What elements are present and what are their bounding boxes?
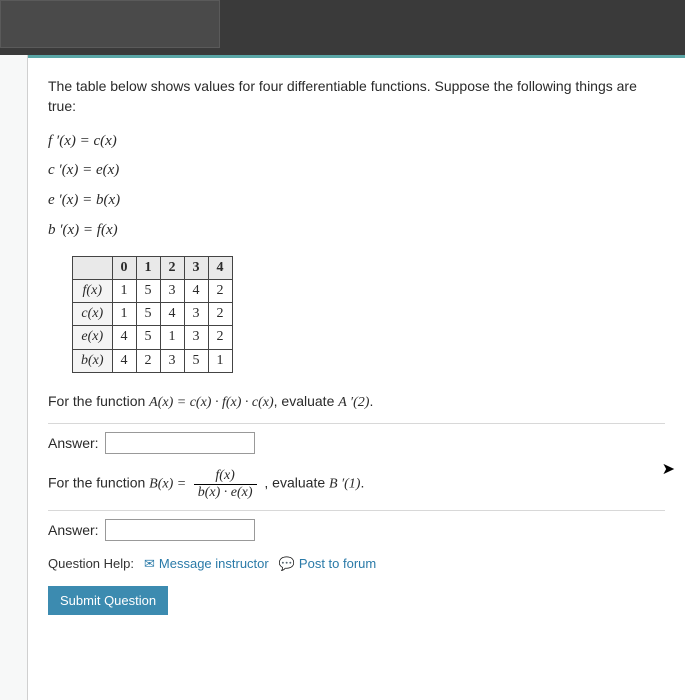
equation-4: b ′(x) = f(x) <box>48 220 665 242</box>
row-b-label: b(x) <box>73 349 113 372</box>
cell: 2 <box>208 279 232 302</box>
cell: 2 <box>208 326 232 349</box>
cell: 4 <box>184 279 208 302</box>
pa-def: A(x) = c(x) · f(x) · c(x) <box>149 395 273 410</box>
cell: 4 <box>112 349 136 372</box>
th-1: 1 <box>136 256 160 279</box>
equation-1: f ′(x) = c(x) <box>48 131 665 153</box>
th-2: 2 <box>160 256 184 279</box>
cell: 4 <box>112 326 136 349</box>
message-instructor-link[interactable]: ✉ Message instructor <box>144 555 269 574</box>
cell: 3 <box>184 326 208 349</box>
help-label: Question Help: <box>48 555 134 574</box>
cell: 4 <box>160 303 184 326</box>
pa-end: . <box>369 393 373 409</box>
cell: 5 <box>184 349 208 372</box>
cell: 1 <box>112 279 136 302</box>
pb-fraction: f(x) b(x) · e(x) <box>194 468 257 500</box>
content-panel: The table below shows values for four di… <box>28 55 685 700</box>
cell: 1 <box>112 303 136 326</box>
cell: 3 <box>160 279 184 302</box>
separator <box>48 510 665 511</box>
table-row: e(x) 4 5 1 3 2 <box>73 326 233 349</box>
cell: 1 <box>208 349 232 372</box>
row-f-label: f(x) <box>73 279 113 302</box>
pa-suffix: , evaluate <box>274 393 339 409</box>
cell: 2 <box>136 349 160 372</box>
cell: 1 <box>160 326 184 349</box>
pb-end: . <box>360 475 364 491</box>
th-3: 3 <box>184 256 208 279</box>
envelope-icon: ✉ <box>144 555 155 574</box>
cell: 2 <box>208 303 232 326</box>
table-row: b(x) 4 2 3 5 1 <box>73 349 233 372</box>
submit-button[interactable]: Submit Question <box>48 586 168 615</box>
part-a-prompt: For the function A(x) = c(x) · f(x) · c(… <box>48 391 665 413</box>
function-table: 0 1 2 3 4 f(x) 1 5 3 4 2 c(x) 1 5 4 3 2 <box>72 256 233 373</box>
table-row: f(x) 1 5 3 4 2 <box>73 279 233 302</box>
pb-ask: B ′(1) <box>329 477 360 492</box>
pb-den: b(x) · e(x) <box>194 484 257 500</box>
answer-b-label: Answer: <box>48 520 99 540</box>
th-blank <box>73 256 113 279</box>
msg-text: Message instructor <box>159 555 269 574</box>
pa-prefix: For the function <box>48 393 149 409</box>
part-b-prompt: For the function B(x) = f(x) b(x) · e(x)… <box>48 468 665 500</box>
page-wrap: The table below shows values for four di… <box>0 55 685 700</box>
equation-3: e ′(x) = b(x) <box>48 190 665 212</box>
cell: 5 <box>136 303 160 326</box>
answer-a-input[interactable] <box>105 432 255 454</box>
row-e-label: e(x) <box>73 326 113 349</box>
pb-lhs: B(x) = <box>149 477 190 492</box>
answer-b-input[interactable] <box>105 519 255 541</box>
equation-2: c ′(x) = e(x) <box>48 160 665 182</box>
th-4: 4 <box>208 256 232 279</box>
table-header-row: 0 1 2 3 4 <box>73 256 233 279</box>
answer-a-row: Answer: <box>48 432 665 454</box>
post-forum-link[interactable]: 💬 Post to forum <box>279 555 377 574</box>
answer-b-row: Answer: <box>48 519 665 541</box>
left-strip <box>0 55 28 700</box>
pb-suffix: , evaluate <box>261 475 330 491</box>
th-0: 0 <box>112 256 136 279</box>
cell: 3 <box>160 349 184 372</box>
pb-prefix: For the function <box>48 475 149 491</box>
help-row: Question Help: ✉ Message instructor 💬 Po… <box>48 555 665 574</box>
forum-text: Post to forum <box>299 555 376 574</box>
toolbar-ghost <box>0 0 220 48</box>
table-row: c(x) 1 5 4 3 2 <box>73 303 233 326</box>
intro-text: The table below shows values for four di… <box>48 76 665 117</box>
row-c-label: c(x) <box>73 303 113 326</box>
cell: 5 <box>136 326 160 349</box>
answer-a-label: Answer: <box>48 433 99 453</box>
pa-ask: A ′(2) <box>338 395 369 410</box>
pb-num: f(x) <box>194 468 257 483</box>
separator <box>48 423 665 424</box>
cell: 3 <box>184 303 208 326</box>
cell: 5 <box>136 279 160 302</box>
chat-icon: 💬 <box>279 555 295 574</box>
cursor-icon: ➤ <box>662 458 675 481</box>
